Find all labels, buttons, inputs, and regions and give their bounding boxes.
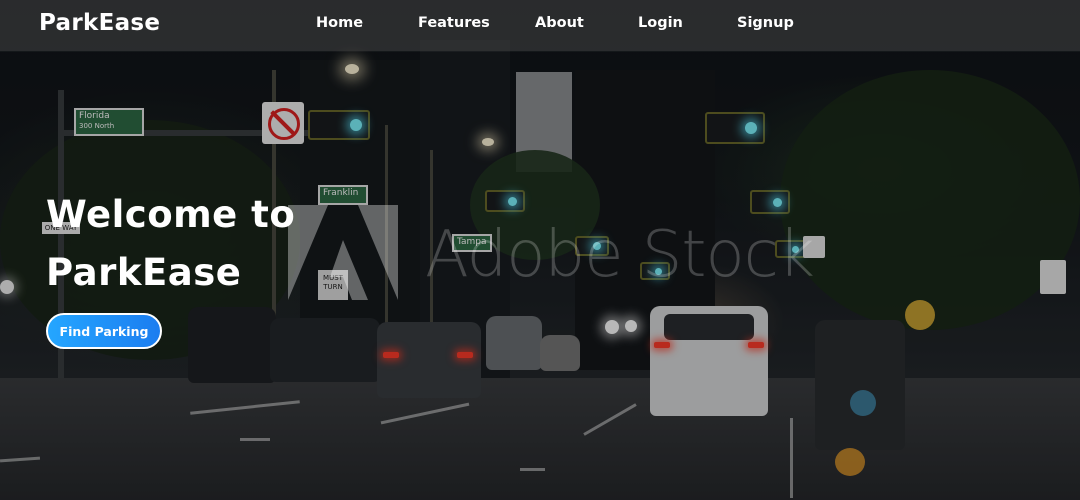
nav-login-link[interactable]: Login	[638, 15, 683, 31]
nav-signup-link[interactable]: Signup	[737, 15, 794, 31]
nav-home-link[interactable]: Home	[316, 15, 363, 31]
brand-logo[interactable]: ParkEase	[39, 10, 160, 36]
find-parking-button[interactable]: Find Parking	[46, 313, 162, 349]
hero-heading: Welcome to ParkEase	[46, 186, 346, 302]
nav-features-link[interactable]: Features	[418, 15, 490, 31]
top-navigation-bar: ParkEase Home Features About Login Signu…	[0, 0, 1080, 51]
watermark-text: Adobe Stock	[425, 218, 815, 292]
nav-about-link[interactable]: About	[535, 15, 584, 31]
hero-heading-line-2: ParkEase	[46, 251, 242, 294]
hero-heading-line-1: Welcome to	[46, 193, 296, 236]
